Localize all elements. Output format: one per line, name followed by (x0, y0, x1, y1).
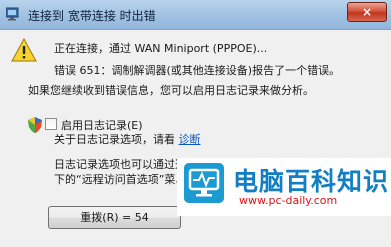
error-text: 错误 651：调制解调器(或其他连接设备)报告了一个错误。 (54, 64, 341, 77)
warning-icon (11, 38, 37, 62)
close-button[interactable]: × (347, 2, 387, 22)
watermark-logo: 电脑百科知识 www.pc-daily.com (177, 158, 391, 216)
network-connection-icon (6, 7, 19, 21)
shield-icon (28, 117, 42, 133)
connecting-text: 正在连接，通过 WAN Miniport (PPPOE)... (54, 42, 268, 55)
hint-text: 如果您继续收到错误信息，您可以启用日志记录来做分析。 (28, 84, 314, 97)
watermark-url: www.pc-daily.com (239, 194, 338, 207)
watermark-title: 电脑百科知识 (233, 167, 390, 196)
diagnose-link[interactable]: 诊断 (179, 133, 201, 146)
enable-logging-checkbox[interactable] (45, 118, 57, 130)
window-title: 连接到 宽带连接 时出错 (28, 9, 156, 23)
title-bar: 连接到 宽带连接 时出错 × (0, 0, 391, 30)
about-logging-text: 关于日志记录选项，请看 诊断 (54, 131, 201, 147)
monitor-heartbeat-icon (184, 163, 224, 203)
redial-button[interactable]: 重拨(R) = 54 (48, 206, 181, 229)
about-logging-prefix: 关于日志记录选项，请看 (54, 133, 179, 146)
